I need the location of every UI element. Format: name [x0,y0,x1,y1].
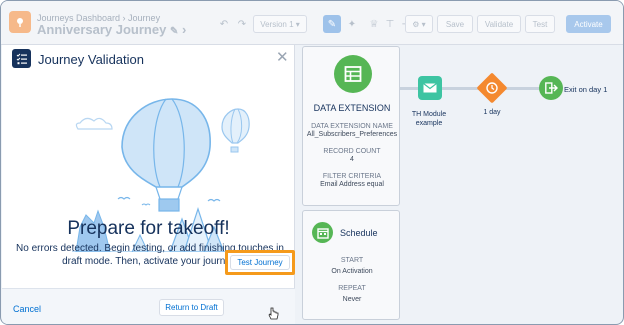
app-frame: Journeys Dashboard › Journey Anniversary… [0,0,624,325]
test-journey-highlight: Test Journey [225,250,295,275]
email-icon [423,83,437,93]
data-extension-icon [334,55,372,93]
start-value: On Activation [331,268,373,275]
modal-footer: Cancel Return to Draft [2,288,295,324]
exit-node-label: Exit on day 1 [564,85,608,94]
version-select[interactable]: Version 1 ▾ [253,15,307,33]
journey-header: Journeys Dashboard › Journey Anniversary… [1,1,623,45]
start-label: START [340,257,364,264]
undo-icon[interactable]: ↶ [215,15,233,33]
chevron-right-icon: › [181,22,187,37]
page-title[interactable]: Anniversary Journey ✎ › [37,22,186,37]
data-extension-card[interactable]: DATA EXTENSION DATA EXTENSION NAME All_S… [302,46,400,206]
hand-cursor-icon [268,307,279,320]
journey-title-text: Anniversary Journey [37,22,167,37]
schedule-card[interactable]: Schedule START On Activation REPEAT Neve… [302,210,400,320]
calendar-icon [312,222,333,243]
gear-dropdown[interactable]: ⚙ ▾ [405,15,433,33]
modal-title: Journey Validation [38,52,144,67]
data-extension-title: DATA EXTENSION [313,103,391,113]
save-button[interactable]: Save [437,15,473,33]
filter-criteria-value: Email Address equal [320,181,384,188]
repeat-value: Never [342,296,362,303]
journey-icon [9,11,31,33]
return-to-draft-button[interactable]: Return to Draft [159,299,224,316]
test-button[interactable]: Test [525,15,555,33]
validate-button[interactable]: Validate [477,15,521,33]
schedule-title: Schedule [340,228,378,238]
email-node-label: TH Module example [411,111,447,127]
prepare-heading: Prepare for takeoff! [67,218,230,239]
cancel-button[interactable]: Cancel [13,304,41,314]
test-journey-button[interactable]: Test Journey [230,255,290,270]
email-activity-node[interactable] [418,76,442,100]
de-name-value: All_Subscribers_Preferences [306,131,398,138]
close-icon[interactable]: ✕ [276,50,289,65]
exit-arrow-icon [544,82,558,94]
activate-button[interactable]: Activate [566,15,611,33]
redo-icon[interactable]: ↷ [233,15,251,33]
exit-node[interactable] [539,76,563,100]
settings-icon[interactable]: ✦ [343,15,361,33]
version-label: Version 1 [260,19,294,29]
modal-header: Journey Validation ✕ [2,45,295,75]
repeat-label: REPEAT [338,285,366,292]
journey-validation-modal: Journey Validation ✕ Prepare for takeoff… [2,45,295,324]
pencil-icon[interactable]: ✎ [323,15,341,33]
clock-icon [485,81,499,95]
checklist-icon [12,49,31,68]
record-count-value: 4 [350,156,354,163]
wait-node-label: 1 day [483,109,501,116]
edit-icon: ✎ [169,26,179,37]
